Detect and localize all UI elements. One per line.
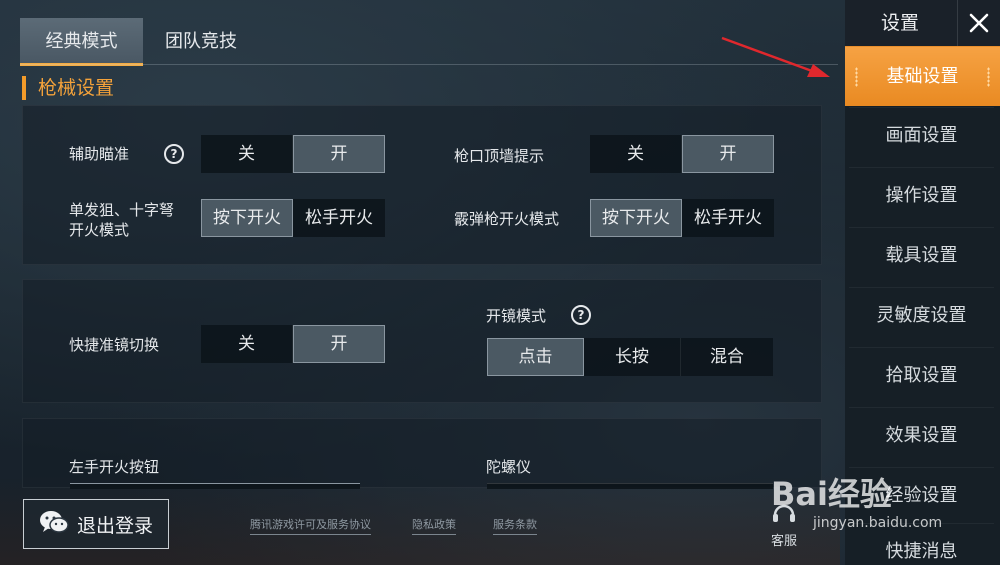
shotgun-fire-press[interactable]: 按下开火 [590,199,682,237]
muzzle-wall-off[interactable]: 关 [590,135,682,173]
logout-label: 退出登录 [76,514,153,537]
gyroscope-label: 陀螺仪 [486,458,532,476]
help-circle-icon[interactable]: ? [164,144,184,164]
quick-scope-label: 快捷准镜切换 [69,336,160,354]
muzzle-wall-label: 枪口顶墙提示 [454,147,545,165]
shotgun-fire-release[interactable]: 松手开火 [682,199,774,237]
shotgun-fire-label: 霰弹枪开火模式 [454,210,560,228]
weapon-settings-panel: 辅助瞄准 ? 关 开 枪口顶墙提示 关 开 单发狙、十字弩 开火模式 按下开火 … [22,105,822,265]
tab-classic-mode[interactable]: 经典模式 [20,18,143,66]
privacy-policy-link[interactable]: 隐私政策 [412,516,456,535]
scope-settings-panel: 快捷准镜切换 关 开 开镜模式 ? 点击 长按 混合 [22,279,822,403]
aim-assist-off[interactable]: 关 [201,135,293,173]
sidebar-item-basic[interactable]: 基础设置 [845,46,1000,106]
sniper-fire-press[interactable]: 按下开火 [201,199,293,237]
logout-button[interactable]: 退出登录 [23,499,169,549]
aim-assist-toggle: 关 开 [201,135,385,173]
scope-mode-label: 开镜模式 [486,307,547,325]
scope-mode-hold[interactable]: 长按 [584,338,681,376]
close-button[interactable] [957,0,1000,46]
sidebar-item-controls[interactable]: 操作设置 [849,167,994,222]
quick-scope-off[interactable]: 关 [201,325,293,363]
wechat-icon [39,510,69,539]
sidebar-item-vehicle[interactable]: 载具设置 [849,227,994,282]
scope-mode-tap[interactable]: 点击 [487,338,584,376]
tab-team-battle[interactable]: 团队竞技 [143,18,259,66]
muzzle-wall-toggle: 关 开 [590,135,774,173]
scope-mode-select: 点击 长按 混合 [487,338,773,376]
aim-assist-label: 辅助瞄准 [69,145,130,163]
scope-mode-mixed[interactable]: 混合 [681,338,773,376]
aim-assist-on[interactable]: 开 [293,135,385,173]
terms-of-service-link[interactable]: 服务条款 [493,516,537,535]
fire-button-panel: 左手开火按钮 陀螺仪 [22,418,822,489]
sidebar-item-graphics[interactable]: 画面设置 [849,107,994,162]
muzzle-wall-on[interactable]: 开 [682,135,774,173]
quick-scope-toggle: 关 开 [201,325,385,363]
gyroscope-segment-partial [487,483,773,489]
sniper-fire-label-line1: 单发狙、十字弩 [69,201,175,219]
sidebar-header: 设置 [845,0,1000,46]
baidu-watermark: Bai经验 jingyan.baidu.com [765,455,995,535]
close-icon [969,13,989,33]
left-fire-label: 左手开火按钮 [69,458,160,476]
sniper-fire-mode: 按下开火 松手开火 [201,199,385,237]
sidebar-item-sensitivity[interactable]: 灵敏度设置 [849,287,994,342]
quick-scope-on[interactable]: 开 [293,325,385,363]
section-title-weapon: 枪械设置 [22,76,114,100]
left-fire-segment-partial [70,483,360,489]
shotgun-fire-mode: 按下开火 松手开火 [590,199,774,237]
sidebar-item-pickup[interactable]: 拾取设置 [849,347,994,402]
sidebar-item-effects[interactable]: 效果设置 [849,407,994,462]
sniper-fire-label-line2: 开火模式 [69,221,130,239]
watermark-brand: Bai经验 [771,475,892,513]
license-agreement-link[interactable]: 腾讯游戏许可及服务协议 [250,516,371,535]
sidebar-title: 设置 [880,12,919,34]
sniper-fire-release[interactable]: 松手开火 [293,199,385,237]
watermark-url: jingyan.baidu.com [813,515,943,531]
tab-divider [20,64,838,65]
help-circle-icon[interactable]: ? [571,305,591,325]
mode-tabs: 经典模式 团队竞技 [20,18,259,66]
